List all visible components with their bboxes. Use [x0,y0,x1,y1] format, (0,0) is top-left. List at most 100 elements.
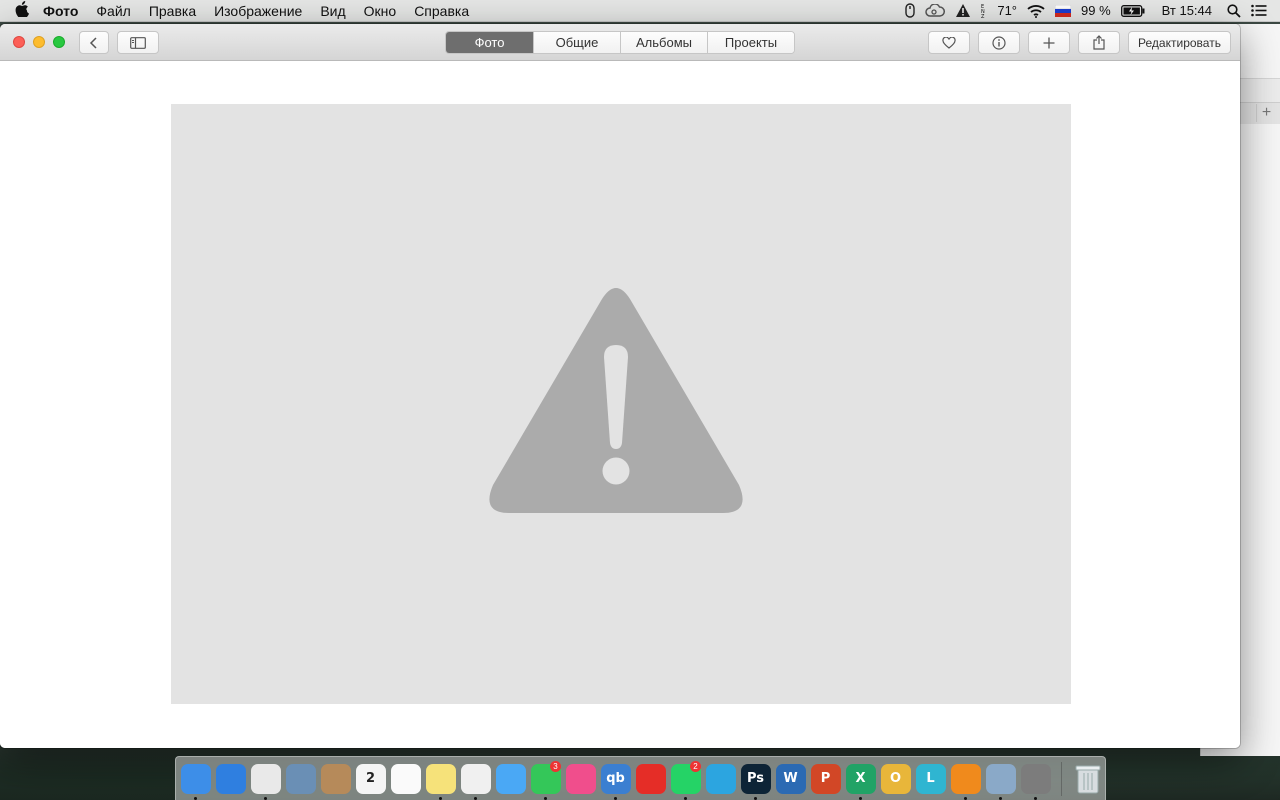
dock-app-lightroom[interactable]: L [913,757,948,800]
menu-help[interactable]: Справка [405,0,478,22]
dock-app-excel[interactable]: X [843,757,878,800]
dock-app-safari[interactable] [213,757,248,800]
outlook-icon: O [880,763,911,794]
dock-app-preview-scan[interactable] [283,757,318,800]
menu-view[interactable]: Вид [311,0,354,22]
photos-window: Фото Общие Альбомы Проекты Редактировать [0,24,1240,748]
dock-app-system-preferences[interactable] [1018,757,1053,800]
creative-cloud-icon[interactable] [920,0,950,22]
dock-app-facetime[interactable]: 3 [528,757,563,800]
running-indicator [614,796,617,800]
dock-app-qbittorrent[interactable]: qb [598,757,633,800]
info-button[interactable] [978,31,1020,54]
dock-app-itunes[interactable] [563,757,598,800]
lightroom-icon: L [915,763,946,794]
share-button[interactable] [1078,31,1120,54]
menu-window[interactable]: Окно [355,0,406,22]
favorite-button[interactable] [928,31,970,54]
fullscreen-window-button[interactable] [53,36,65,48]
plus-icon [1043,37,1055,48]
minimize-window-button[interactable] [33,36,45,48]
qbittorrent-icon: qb [600,763,631,794]
dock-app-calendar[interactable]: 2 [353,757,388,800]
tab-photos[interactable]: Фото [446,32,533,53]
safari-icon [215,763,246,794]
chevron-left-icon [89,36,97,49]
wifi-icon[interactable] [1022,0,1050,22]
dock-app-whatsapp[interactable]: 2 [668,757,703,800]
notification-center-icon[interactable] [1246,0,1272,22]
finder-icon [180,763,211,794]
running-indicator [859,796,862,800]
close-window-button[interactable] [13,36,25,48]
russian-flag-icon[interactable] [1050,0,1076,22]
telegram-icon [705,763,736,794]
running-indicator [264,796,267,800]
photos-icon [460,763,491,794]
dock-app-photos[interactable] [458,757,493,800]
apple-menu-icon[interactable] [0,0,34,21]
mouse-icon[interactable] [900,0,920,22]
word-icon: W [775,763,806,794]
messages-icon [495,763,526,794]
share-icon [1093,35,1105,50]
add-button[interactable] [1028,31,1070,54]
running-indicator [754,796,757,800]
edit-button[interactable]: Редактировать [1128,31,1231,54]
keyboard-layout-icon[interactable]: ENZ [976,0,992,22]
contacts-icon [320,763,351,794]
hazard-triangle-icon[interactable] [950,0,976,22]
dock-app-contacts[interactable] [318,757,353,800]
notification-badge: 3 [550,760,561,772]
tab-projects[interactable]: Проекты [707,32,794,53]
battery-percent[interactable]: 99 % [1076,0,1116,22]
dock-app-telegram[interactable] [703,757,738,800]
running-indicator [999,796,1002,800]
dock-app-powerpoint[interactable]: P [808,757,843,800]
battery-charging-icon[interactable] [1116,0,1150,22]
menu-image[interactable]: Изображение [205,0,311,22]
dock-app-notes[interactable] [423,757,458,800]
svg-text:Z: Z [981,14,985,19]
add-tab-icon[interactable]: + [1256,104,1276,122]
warning-triangle-icon [489,288,743,513]
spotlight-search-icon[interactable] [1217,0,1246,22]
youtube-icon [635,763,666,794]
tab-shared[interactable]: Общие [533,32,620,53]
menu-app-name[interactable]: Фото [34,0,87,22]
temperature-readout[interactable]: 71° [992,0,1022,22]
menu-edit[interactable]: Правка [140,0,205,22]
menu-file[interactable]: Файл [87,0,139,22]
dock-app-trash[interactable] [1070,757,1105,800]
dock-separator [1061,761,1062,796]
dock-app-word[interactable]: W [773,757,808,800]
dock-app-chrome[interactable] [248,757,283,800]
clock[interactable]: Вт 15:44 [1150,0,1217,22]
dock-app-youtube[interactable] [633,757,668,800]
running-indicator [544,796,547,800]
running-indicator [439,796,442,800]
dock-app-image-capture[interactable] [983,757,1018,800]
reminders-icon [390,763,421,794]
running-indicator [474,796,477,800]
back-button[interactable] [79,31,109,54]
dock-app-finder[interactable] [178,757,213,800]
vlc-icon [950,763,981,794]
photo-viewer [0,61,1240,748]
photo-placeholder[interactable] [171,104,1071,704]
system-preferences-icon [1020,763,1051,794]
running-indicator [1034,796,1037,800]
notification-badge: 2 [690,760,701,772]
sidebar-toggle-button[interactable] [117,31,159,54]
window-toolbar: Фото Общие Альбомы Проекты Редактировать [0,24,1240,61]
heart-icon [942,36,956,49]
dock-app-photoshop[interactable]: Ps [738,757,773,800]
tab-albums[interactable]: Альбомы [620,32,707,53]
dock-app-vlc[interactable] [948,757,983,800]
calendar-icon: 2 [355,763,386,794]
dock-app-reminders[interactable] [388,757,423,800]
dock-app-messages[interactable] [493,757,528,800]
view-tabs: Фото Общие Альбомы Проекты [445,31,795,54]
excel-icon: X [845,763,876,794]
dock-app-outlook[interactable]: O [878,757,913,800]
